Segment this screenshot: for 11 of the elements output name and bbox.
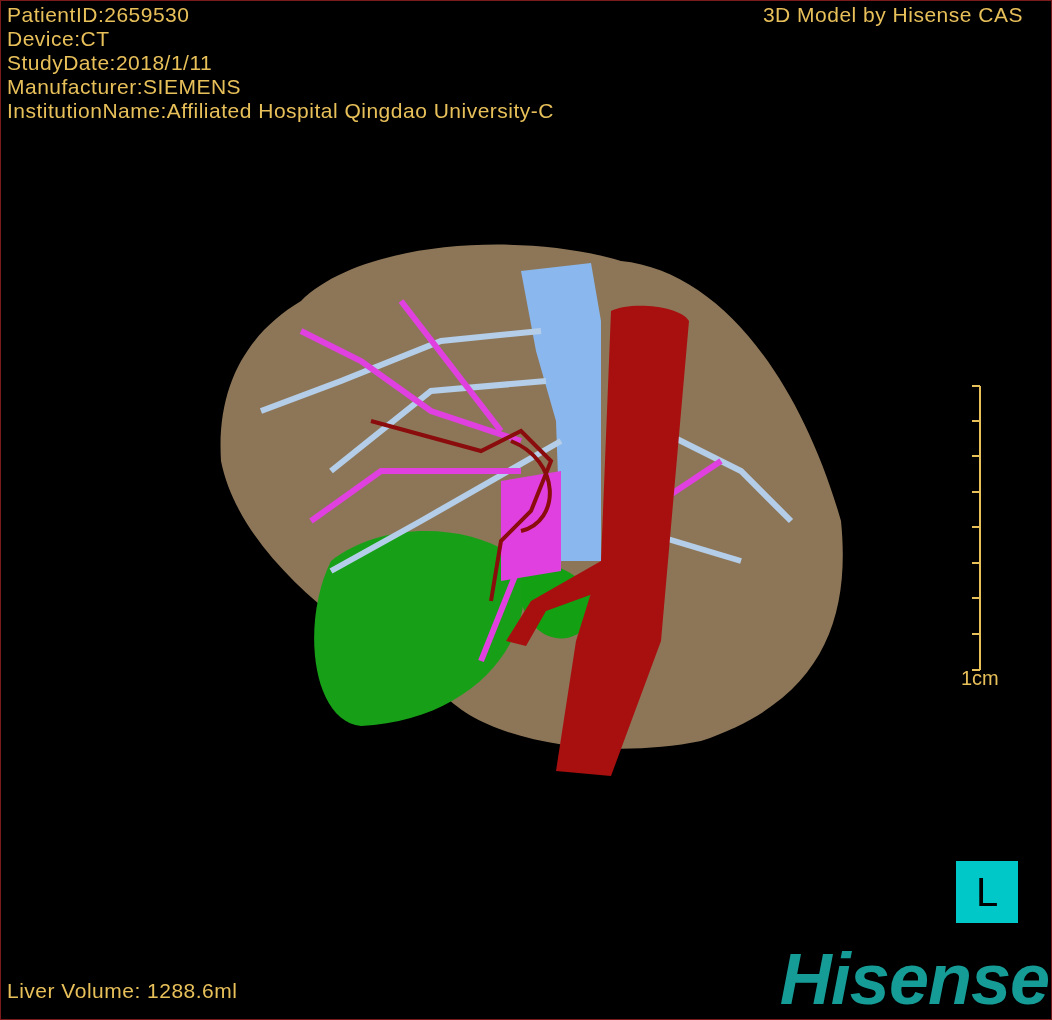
study-info-text: PatientID:2659530 — [7, 3, 191, 27]
orientation-marker: L — [956, 861, 1018, 923]
header-text: 3D Model by Hisense CAS — [762, 3, 1023, 27]
brand-logo: Hisense — [779, 939, 1049, 1019]
scale-label: 1cm — [961, 667, 999, 689]
study-info-text: StudyDate:2018/1/11 — [7, 51, 214, 75]
study-info-text: Device:CT — [7, 27, 111, 51]
study-info-text: InstitutionName:Affiliated Hospital Qingdao University-C — [7, 99, 554, 123]
liver-volume-text: Liver Volume: 1288.6ml — [7, 979, 238, 1003]
scale-bar-icon — [970, 385, 981, 671]
study-info-text: Manufacturer:SIEMENS — [7, 75, 243, 99]
